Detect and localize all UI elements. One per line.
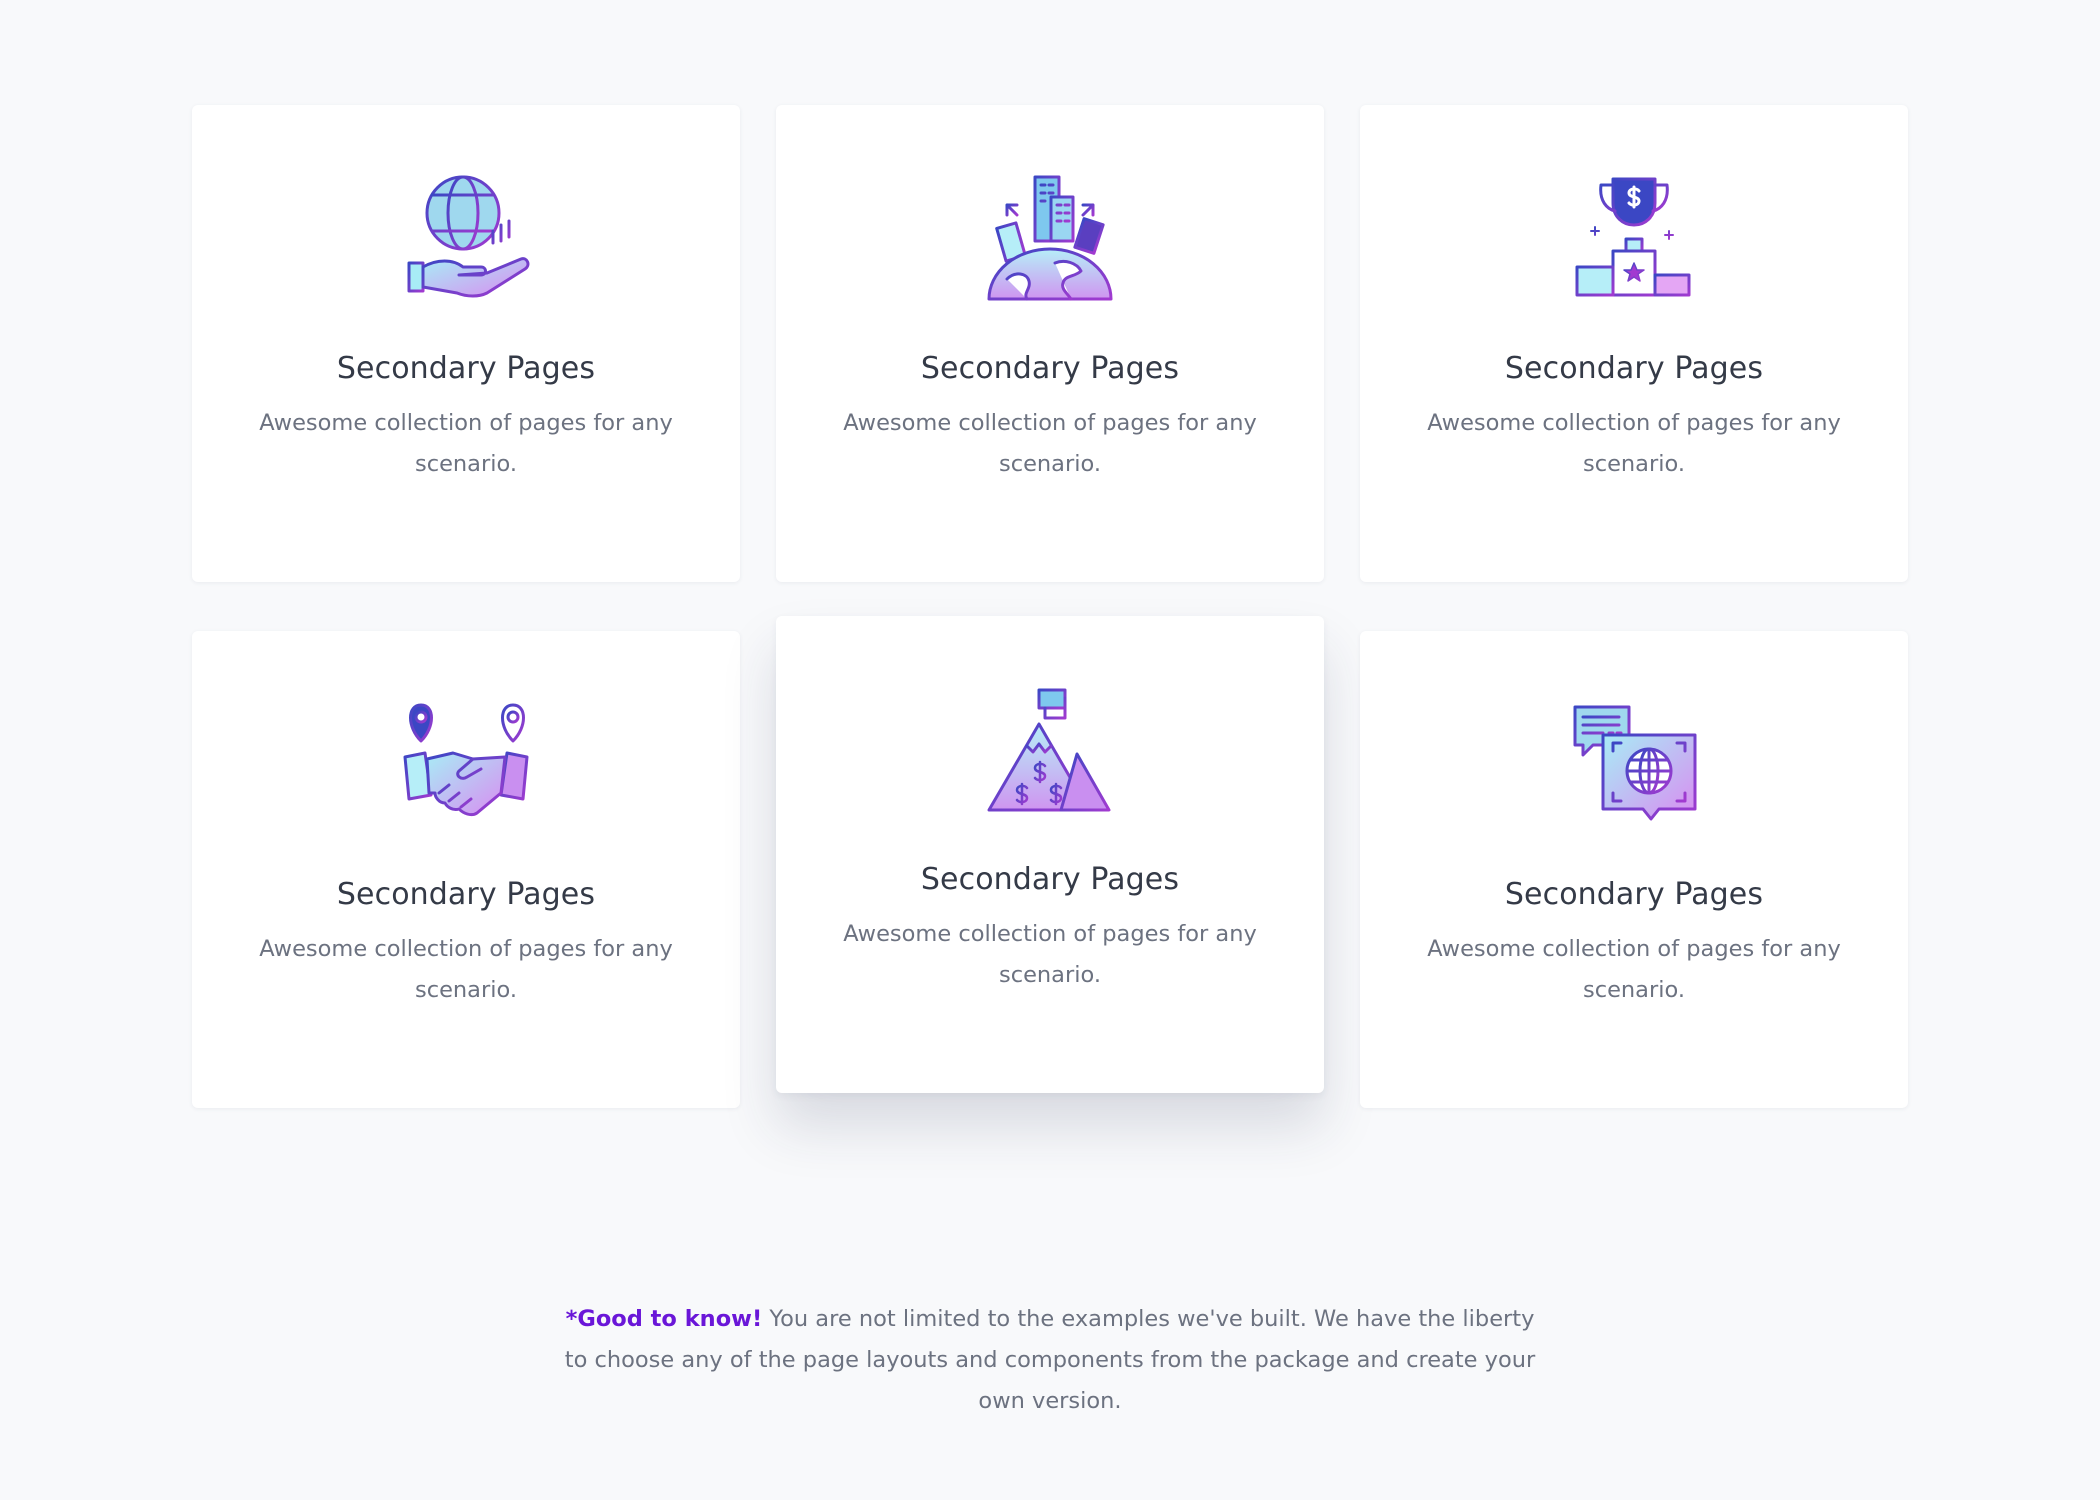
card-title: Secondary Pages: [336, 877, 596, 912]
feature-card[interactable]: Secondary Pages Awesome collection of pa…: [192, 105, 740, 582]
card-title: Secondary Pages: [336, 351, 596, 386]
mountain-flag-icon: [985, 684, 1115, 814]
good-to-know-note: *Good to know! You are not limited to th…: [560, 1299, 1540, 1422]
chat-globe-icon: [1569, 699, 1699, 829]
feature-card[interactable]: Secondary Pages Awesome collection of pa…: [1360, 631, 1908, 1108]
card-description: Awesome collection of pages for any scen…: [259, 936, 673, 1003]
card-description: Awesome collection of pages for any scen…: [259, 410, 673, 477]
card-description: Awesome collection of pages for any scen…: [1427, 410, 1841, 477]
card-description: Awesome collection of pages for any scen…: [843, 921, 1257, 988]
feature-card[interactable]: Secondary Pages Awesome collection of pa…: [192, 631, 740, 1108]
card-title: Secondary Pages: [920, 351, 1180, 386]
feature-card[interactable]: Secondary Pages Awesome collection of pa…: [776, 616, 1324, 1093]
city-on-globe-icon: [985, 173, 1115, 303]
card-title: Secondary Pages: [920, 862, 1180, 897]
handshake-location-icon: [401, 699, 531, 829]
feature-card[interactable]: Secondary Pages Awesome collection of pa…: [776, 105, 1324, 582]
features-grid: Secondary Pages Awesome collection of pa…: [0, 0, 2100, 1500]
card-description: Awesome collection of pages for any scen…: [843, 410, 1257, 477]
card-title: Secondary Pages: [1504, 351, 1764, 386]
card-description: Awesome collection of pages for any scen…: [1427, 936, 1841, 1003]
card-title: Secondary Pages: [1504, 877, 1764, 912]
trophy-podium-icon: [1569, 173, 1699, 303]
feature-card[interactable]: Secondary Pages Awesome collection of pa…: [1360, 105, 1908, 582]
good-to-know-highlight: *Good to know!: [565, 1305, 763, 1332]
globe-in-hand-icon: [401, 173, 531, 303]
